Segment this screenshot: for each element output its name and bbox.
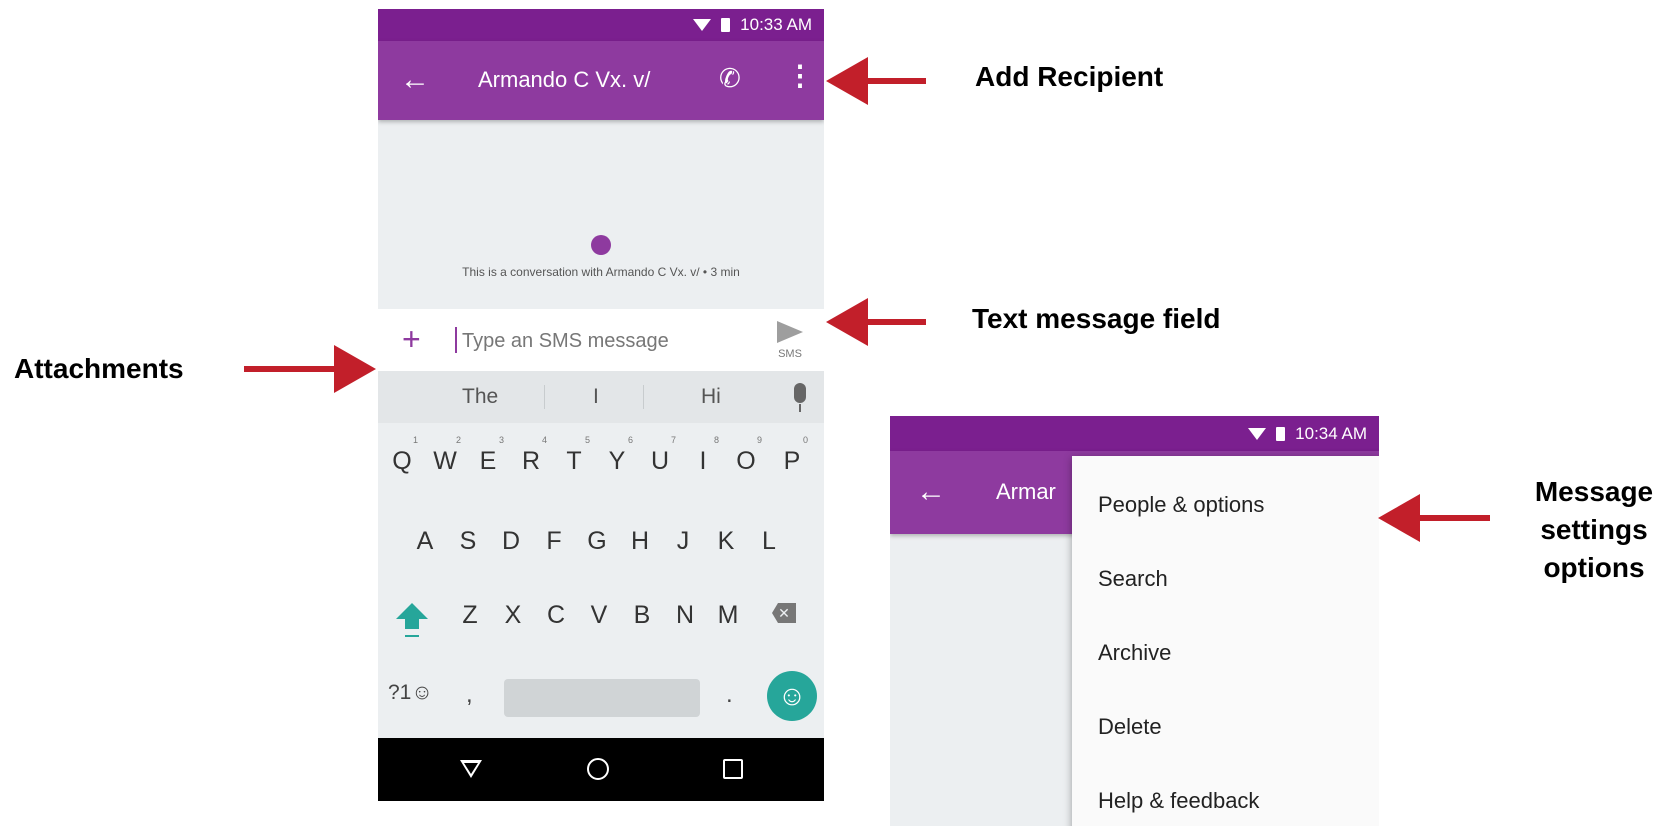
send-arrow-icon [777, 321, 803, 343]
suggestion-word[interactable]: The [462, 385, 498, 409]
attachment-plus-icon[interactable]: + [402, 321, 421, 358]
back-arrow-icon[interactable]: ← [400, 63, 430, 97]
key-c[interactable]: C [540, 601, 572, 630]
conversation-title[interactable]: Armando C Vx. v/ [478, 67, 650, 93]
suggestion-word[interactable]: I [593, 385, 599, 409]
shift-icon[interactable] [396, 603, 428, 619]
on-screen-keyboard: Q1 W2 E3 R4 T5 Y6 U7 I8 O9 P0 A S D F G … [378, 423, 824, 738]
backspace-icon[interactable]: ✕ [772, 603, 796, 623]
key-l[interactable]: L [753, 527, 785, 556]
key-b[interactable]: B [626, 601, 658, 630]
menu-item-delete[interactable]: Delete [1098, 714, 1162, 740]
key-e[interactable]: E3 [472, 435, 504, 476]
text-cursor [455, 327, 457, 353]
key-j[interactable]: J [667, 527, 699, 556]
callout-arrow-head [1378, 494, 1420, 542]
menu-item-people-options[interactable]: People & options [1098, 492, 1264, 518]
suggestion-divider [544, 385, 545, 409]
send-sms-button[interactable]: SMS [770, 315, 810, 365]
back-arrow-icon[interactable]: ← [916, 475, 946, 509]
compose-bar: + SMS [378, 309, 824, 371]
menu-item-search[interactable]: Search [1098, 566, 1168, 592]
period-key[interactable]: . [726, 681, 733, 709]
callout-arrow-head [334, 345, 376, 393]
nav-recents-icon[interactable] [723, 759, 743, 779]
key-i[interactable]: I8 [687, 435, 719, 476]
wifi-icon [693, 19, 712, 31]
menu-item-help-feedback[interactable]: Help & feedback [1098, 788, 1259, 814]
more-options-icon[interactable]: ⋮ [786, 59, 814, 92]
key-p[interactable]: P0 [776, 435, 808, 476]
callout-arrow-head [826, 298, 868, 346]
key-s[interactable]: S [452, 527, 484, 556]
overflow-menu: People & options Search Archive Delete H… [1072, 456, 1379, 826]
label-message-settings-options: Message settings options [1534, 476, 1654, 583]
contact-avatar [591, 235, 611, 255]
status-time: 10:33 AM [740, 15, 812, 34]
callout-arrow-head [826, 57, 868, 105]
key-m[interactable]: M [712, 601, 744, 630]
phone-call-icon[interactable]: ✆ [719, 63, 741, 94]
label-attachments: Attachments [14, 353, 184, 384]
phone-screen-menu: 10:34 AM ← Armar People & options Search… [890, 416, 1379, 826]
key-u[interactable]: U7 [644, 435, 676, 476]
suggestion-strip: The I Hi [378, 371, 824, 423]
conversation-info: This is a conversation with Armando C Vx… [462, 265, 740, 279]
label-add-recipient: Add Recipient [975, 61, 1164, 92]
battery-icon [721, 18, 731, 32]
microphone-icon-stem [799, 404, 801, 412]
callout-arrow-line [866, 319, 926, 325]
shift-icon-underline [405, 635, 419, 637]
key-t[interactable]: T5 [558, 435, 590, 476]
menu-item-archive[interactable]: Archive [1098, 640, 1171, 666]
key-y[interactable]: Y6 [601, 435, 633, 476]
send-sms-label: SMS [778, 348, 802, 360]
key-z[interactable]: Z [454, 601, 486, 630]
callout-arrow-line [244, 366, 336, 372]
label-text-message-field: Text message field [972, 303, 1221, 334]
phone-screen-conversation: 10:33 AM ← Armando C Vx. v/ ✆ ⋮ This is … [378, 9, 824, 801]
status-bar: 10:33 AM [378, 9, 824, 41]
shift-icon-base [405, 619, 419, 629]
nav-home-icon[interactable] [587, 758, 609, 780]
key-k[interactable]: K [710, 527, 742, 556]
key-f[interactable]: F [538, 527, 570, 556]
microphone-icon[interactable] [794, 383, 806, 403]
sms-message-input[interactable] [460, 324, 764, 358]
key-o[interactable]: O9 [730, 435, 762, 476]
wifi-icon [1248, 427, 1267, 440]
conversation-title[interactable]: Armar [996, 479, 1056, 505]
suggestion-divider [643, 385, 644, 409]
battery-icon [1276, 426, 1286, 441]
key-q[interactable]: Q1 [386, 435, 418, 476]
key-r[interactable]: R4 [515, 435, 547, 476]
key-n[interactable]: N [669, 601, 701, 630]
symbols-key[interactable]: ?1☺ [388, 681, 433, 705]
suggestion-word[interactable]: Hi [701, 385, 721, 409]
status-time: 10:34 AM [1295, 423, 1367, 443]
system-nav-bar [378, 738, 824, 801]
nav-back-icon-inner [464, 763, 478, 774]
key-h[interactable]: H [624, 527, 656, 556]
callout-arrow-line [1418, 515, 1490, 521]
key-v[interactable]: V [583, 601, 615, 630]
emoji-icon[interactable]: ☺ [767, 671, 817, 721]
space-bar[interactable] [504, 679, 700, 717]
key-a[interactable]: A [409, 527, 441, 556]
key-w[interactable]: W2 [429, 435, 461, 476]
key-d[interactable]: D [495, 527, 527, 556]
status-bar: 10:34 AM [890, 416, 1379, 451]
key-g[interactable]: G [581, 527, 613, 556]
key-x[interactable]: X [497, 601, 529, 630]
app-bar: ← Armando C Vx. v/ ✆ ⋮ [378, 41, 824, 120]
comma-key[interactable]: , [466, 681, 473, 709]
callout-arrow-line [866, 78, 926, 84]
